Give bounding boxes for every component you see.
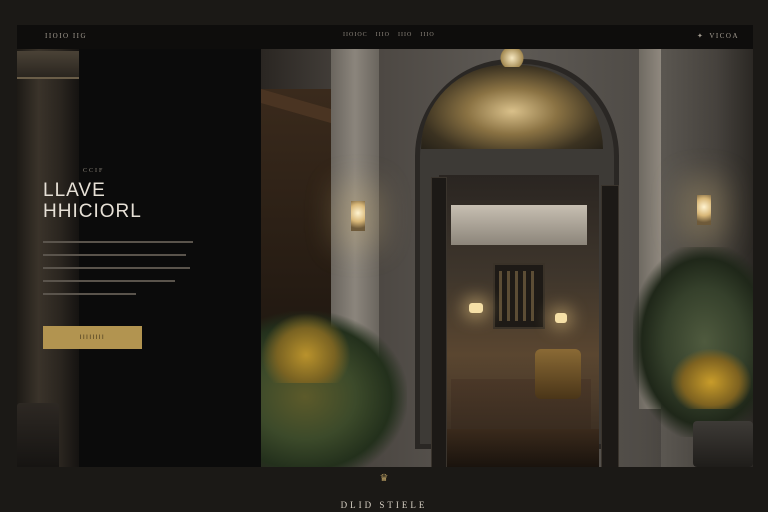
left-planter	[17, 403, 59, 467]
chandelier	[499, 49, 525, 67]
top-right-link[interactable]: ✦ VICOA	[697, 32, 739, 40]
hero-body-text	[43, 241, 193, 306]
hero-image	[261, 49, 753, 467]
menu-icon: ✦	[696, 32, 705, 40]
brand-logo[interactable]: IIOIO IIG	[45, 32, 87, 40]
wall-sconce-left	[351, 201, 365, 231]
wall-sconce-right	[697, 195, 711, 225]
bookshelf	[493, 263, 545, 329]
golden-foliage	[261, 313, 351, 383]
golden-foliage	[671, 349, 751, 409]
top-right-label: VICOA	[709, 32, 739, 40]
door-leaf-left	[431, 177, 447, 467]
body-text-line	[43, 254, 186, 256]
interior-ceiling	[451, 205, 587, 245]
armchair	[535, 349, 581, 399]
footer-logo-name: DLID STIELE	[340, 500, 428, 510]
crest-icon: ♛	[379, 473, 389, 484]
table-lamp	[469, 303, 483, 313]
top-navigation-bar: IIOIO IIG IIOIOC IIIO IIIO IIIO ✦ VICOA	[17, 25, 753, 49]
wood-floor	[439, 429, 599, 467]
nav-item-4[interactable]: IIIO	[420, 32, 434, 38]
wood-cabinet	[261, 89, 334, 349]
nav-item-1[interactable]: IIOIOC	[343, 32, 368, 38]
hero-headline: LLAVE HHICIORL	[43, 180, 142, 222]
door-leaf-right	[601, 185, 619, 467]
table-lamp	[555, 313, 567, 323]
headline-line-2: HHICIORL	[43, 201, 142, 222]
body-text-line	[43, 293, 136, 295]
hero-cta-button[interactable]: IIIIIIII	[43, 326, 142, 349]
body-text-line	[43, 241, 193, 243]
right-planter	[693, 421, 753, 467]
body-text-line	[43, 267, 190, 269]
body-text-line	[43, 280, 175, 282]
footer-logo[interactable]: ♛ DLID STIELE	[0, 473, 768, 511]
hero-eyebrow: CCIF	[83, 168, 105, 174]
nav-item-2[interactable]: IIIO	[376, 32, 390, 38]
nav-item-3[interactable]: IIIO	[398, 32, 412, 38]
site-frame: IIOIO IIG IIOIOC IIIO IIIO IIIO ✦ VICOA …	[17, 25, 753, 467]
main-nav: IIOIOC IIIO IIIO IIIO	[343, 32, 435, 38]
headline-line-1: LLAVE	[43, 180, 106, 201]
